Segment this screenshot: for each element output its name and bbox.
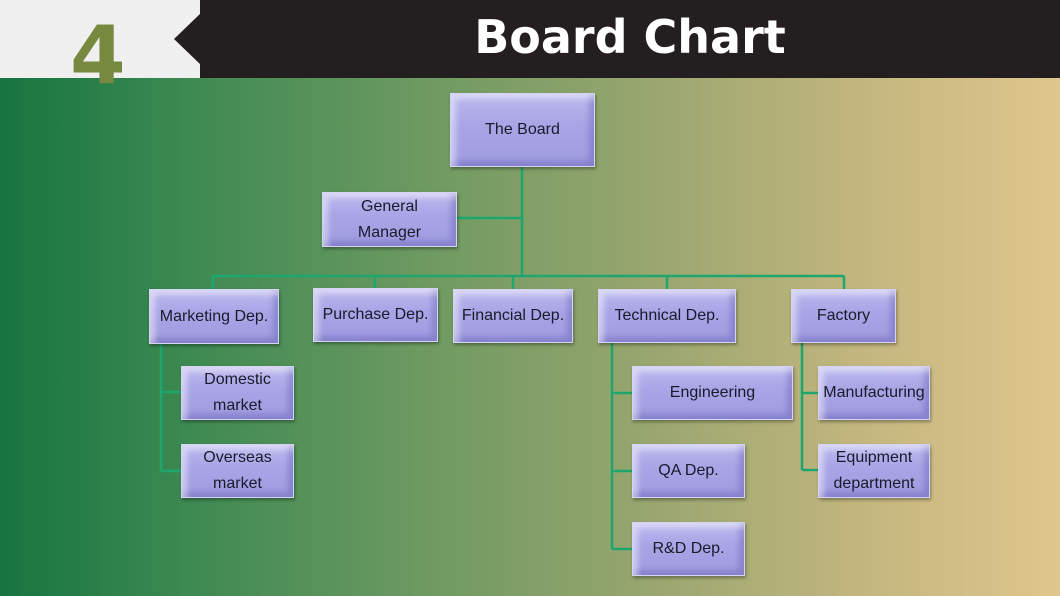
node-manufacturing: Manufacturing bbox=[818, 366, 930, 420]
node-label: Overseas market bbox=[203, 445, 271, 497]
node-engineering: Engineering bbox=[632, 366, 793, 420]
node-financial-dep: Financial Dep. bbox=[453, 289, 573, 343]
node-label: Domestic market bbox=[204, 367, 271, 419]
node-label: Manufacturing bbox=[823, 384, 925, 401]
node-label: QA Dep. bbox=[658, 462, 719, 479]
node-label-line: Equipment bbox=[835, 449, 913, 466]
node-qa-dep: QA Dep. bbox=[632, 444, 745, 498]
node-domestic-market: Domestic market bbox=[181, 366, 294, 420]
node-rd-dep: R&D Dep. bbox=[632, 522, 745, 576]
node-marketing-dep: Marketing Dep. bbox=[149, 289, 279, 344]
node-label: R&D Dep. bbox=[652, 540, 725, 557]
node-label: Technical Dep. bbox=[614, 307, 720, 324]
node-factory: Factory bbox=[791, 289, 896, 343]
node-label: Financial Dep. bbox=[461, 307, 565, 324]
node-label-line: market bbox=[213, 475, 262, 492]
node-label-line: department bbox=[833, 475, 915, 492]
node-overseas-market: Overseas market bbox=[181, 444, 294, 498]
node-technical-dep: Technical Dep. bbox=[598, 289, 736, 343]
node-label: The Board bbox=[485, 121, 560, 138]
node-the-board: The Board bbox=[450, 93, 595, 167]
node-label-line: Overseas bbox=[203, 449, 272, 466]
node-label: Equipment department bbox=[834, 445, 915, 497]
node-label-line: market bbox=[213, 397, 262, 414]
node-purchase-dep: Purchase Dep. bbox=[313, 288, 438, 342]
node-label: General Manager bbox=[358, 194, 421, 246]
node-label-line: Domestic bbox=[204, 371, 271, 388]
node-label: Marketing Dep. bbox=[159, 307, 269, 325]
node-general-manager: General Manager bbox=[322, 192, 457, 247]
node-label-line: Manager bbox=[357, 223, 422, 241]
node-label: Engineering bbox=[669, 384, 756, 401]
node-label: Purchase Dep. bbox=[322, 306, 429, 323]
node-label: Factory bbox=[816, 307, 871, 324]
node-label-line: General bbox=[361, 197, 418, 215]
node-equipment-department: Equipment department bbox=[818, 444, 930, 498]
